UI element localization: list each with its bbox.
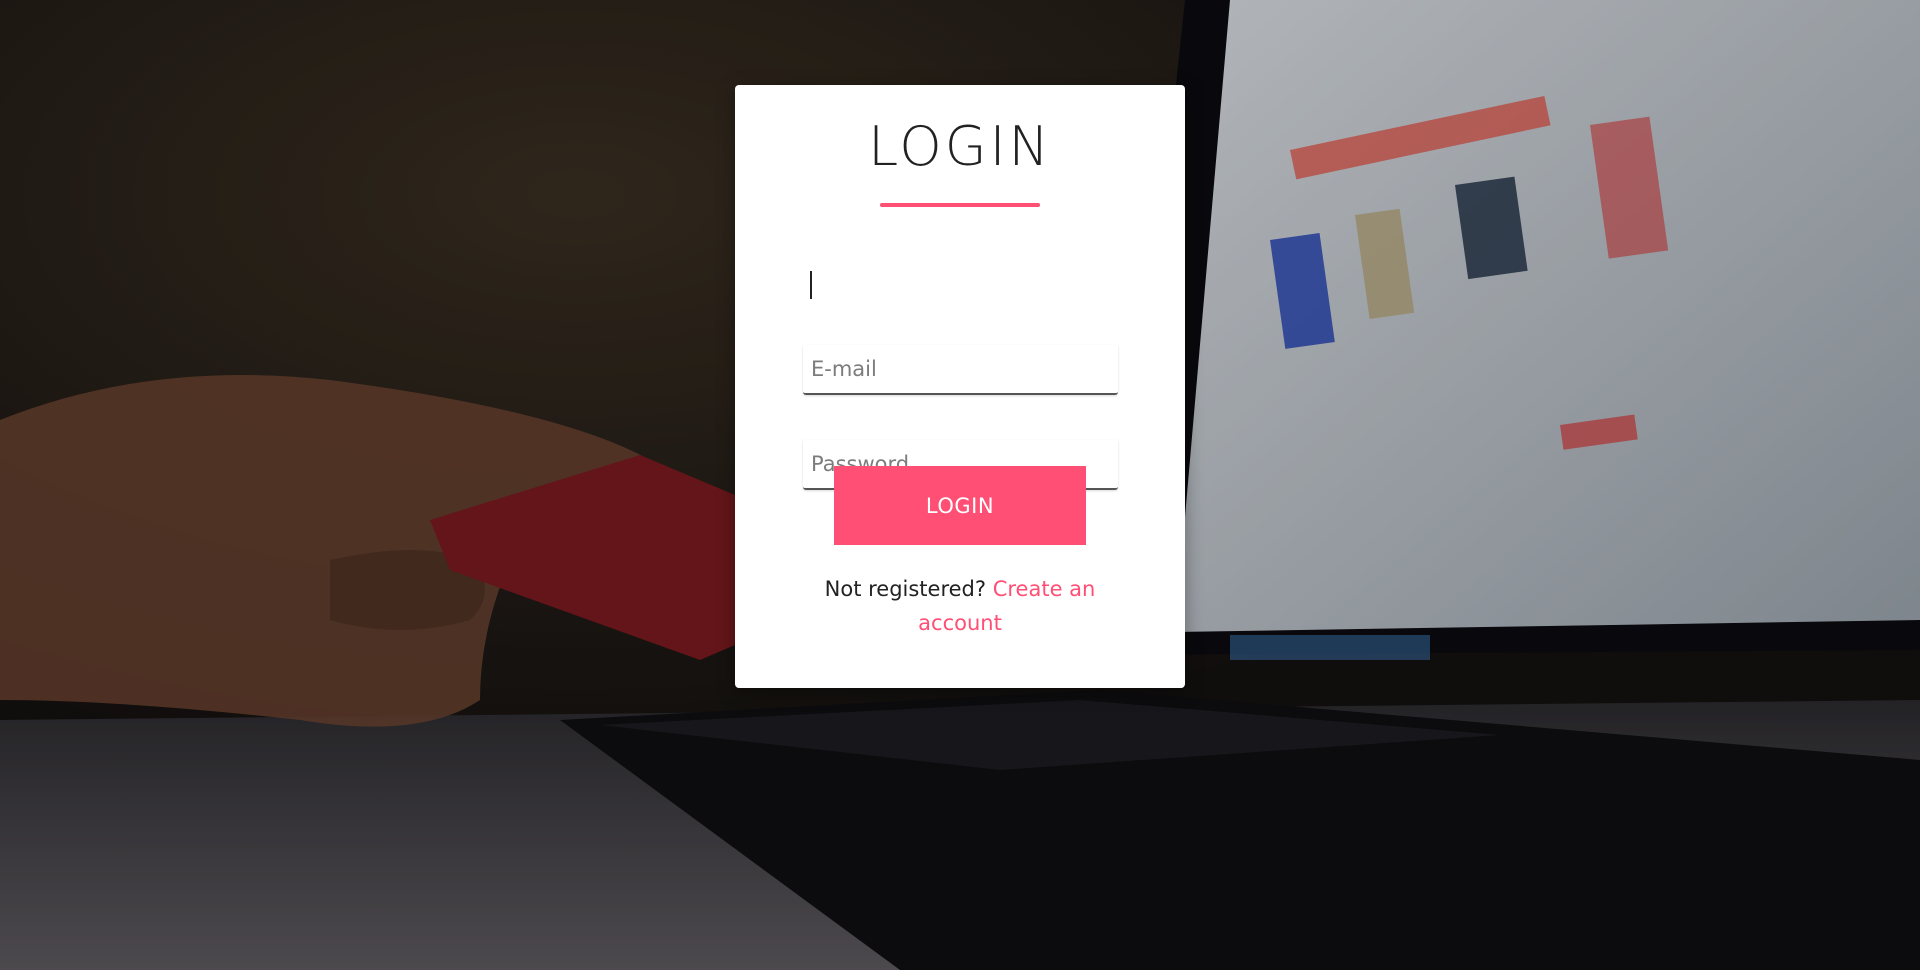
login-card: LOGIN LOGIN Not registered? Create an ac… [735,85,1185,688]
login-title: LOGIN [868,115,1052,178]
register-prompt: Not registered? [824,577,987,601]
register-prompt-container: Not registered? Create an account [805,572,1115,640]
title-underline [880,203,1040,207]
text-caret [810,271,812,299]
email-field[interactable] [803,345,1118,395]
login-button[interactable]: LOGIN [834,466,1086,545]
